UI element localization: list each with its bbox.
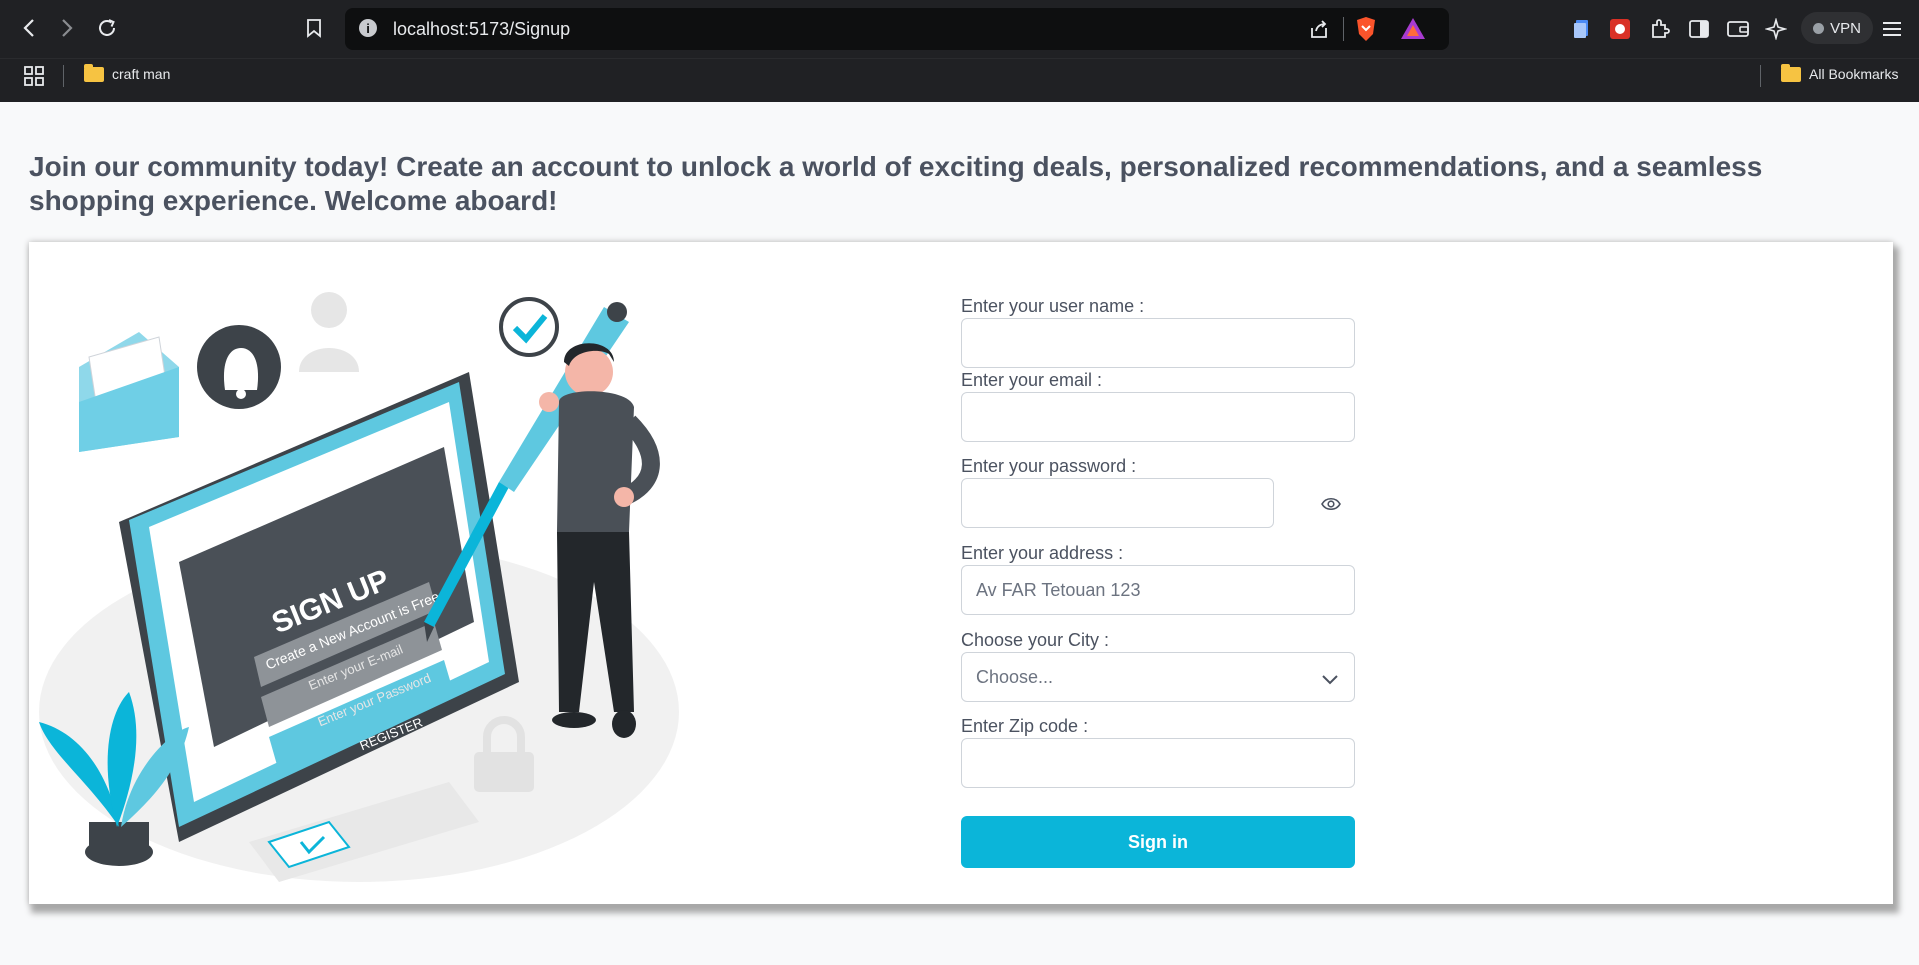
password-label: Enter your password : xyxy=(961,456,1137,476)
vpn-label: VPN xyxy=(1830,19,1861,37)
password-input[interactable] xyxy=(961,478,1274,528)
bookmark-label: craft man xyxy=(112,66,171,82)
all-bookmarks-label: All Bookmarks xyxy=(1809,66,1899,82)
page-headline: Join our community today! Create an acco… xyxy=(29,151,1763,216)
city-label: Choose your City : xyxy=(961,630,1110,650)
signup-card: SIGN UP Create a New Account is Free Ent… xyxy=(29,242,1893,904)
city-selected: Choose... xyxy=(976,666,1054,687)
chevron-down-icon xyxy=(1322,669,1338,690)
brave-shield-icon[interactable] xyxy=(1355,16,1377,47)
sign-in-button[interactable]: Sign in xyxy=(961,816,1355,868)
address-label: Enter your address : xyxy=(961,543,1124,563)
bookmark-craft-man[interactable]: craft man xyxy=(84,63,171,82)
brave-rewards-icon[interactable] xyxy=(1400,17,1426,46)
site-info-icon[interactable]: i xyxy=(359,19,377,37)
envelope-icon xyxy=(79,332,179,452)
all-bookmarks-button[interactable]: All Bookmarks xyxy=(1781,63,1899,82)
address-bar[interactable]: i localhost:5173/Signup xyxy=(345,8,1449,50)
signup-illustration: SIGN UP Create a New Account is Free Ent… xyxy=(39,292,679,882)
city-select[interactable]: Choose... xyxy=(961,652,1355,702)
folder-icon xyxy=(84,63,104,82)
bookmark-page-icon[interactable] xyxy=(300,14,328,42)
vpn-button[interactable]: VPN xyxy=(1801,12,1873,44)
url-text[interactable]: localhost:5173/Signup xyxy=(393,19,570,40)
username-label: Enter your user name : xyxy=(961,296,1145,316)
apps-grid-icon[interactable] xyxy=(24,66,44,91)
zip-input[interactable] xyxy=(961,738,1355,788)
wallet-icon[interactable] xyxy=(1726,17,1750,41)
forward-icon[interactable] xyxy=(53,14,81,42)
username-input[interactable] xyxy=(961,318,1355,368)
divider xyxy=(1760,65,1761,87)
extensions-icon[interactable] xyxy=(1648,17,1672,41)
email-label: Enter your email : xyxy=(961,370,1103,390)
divider xyxy=(1343,17,1344,41)
folder-icon xyxy=(1781,63,1801,82)
check-bubble-icon xyxy=(499,297,559,357)
bookmarks-bar xyxy=(0,58,1919,102)
extension-puzzle-red-icon[interactable] xyxy=(1608,17,1632,41)
email-input[interactable] xyxy=(961,392,1355,442)
extension-docs-icon[interactable] xyxy=(1570,17,1594,41)
share-icon[interactable] xyxy=(1308,18,1330,45)
divider xyxy=(63,65,64,87)
reload-icon[interactable] xyxy=(93,14,121,42)
user-icon xyxy=(299,292,359,372)
back-icon[interactable] xyxy=(15,14,43,42)
bell-icon xyxy=(197,325,281,409)
address-input[interactable]: Av FAR Tetouan 123 xyxy=(961,565,1355,615)
menu-icon[interactable] xyxy=(1880,17,1904,41)
vpn-status-icon xyxy=(1813,22,1825,34)
sidebar-icon[interactable] xyxy=(1687,17,1711,41)
leo-ai-icon[interactable] xyxy=(1764,17,1788,41)
zip-label: Enter Zip code : xyxy=(961,716,1089,736)
show-password-icon[interactable] xyxy=(1319,492,1343,516)
